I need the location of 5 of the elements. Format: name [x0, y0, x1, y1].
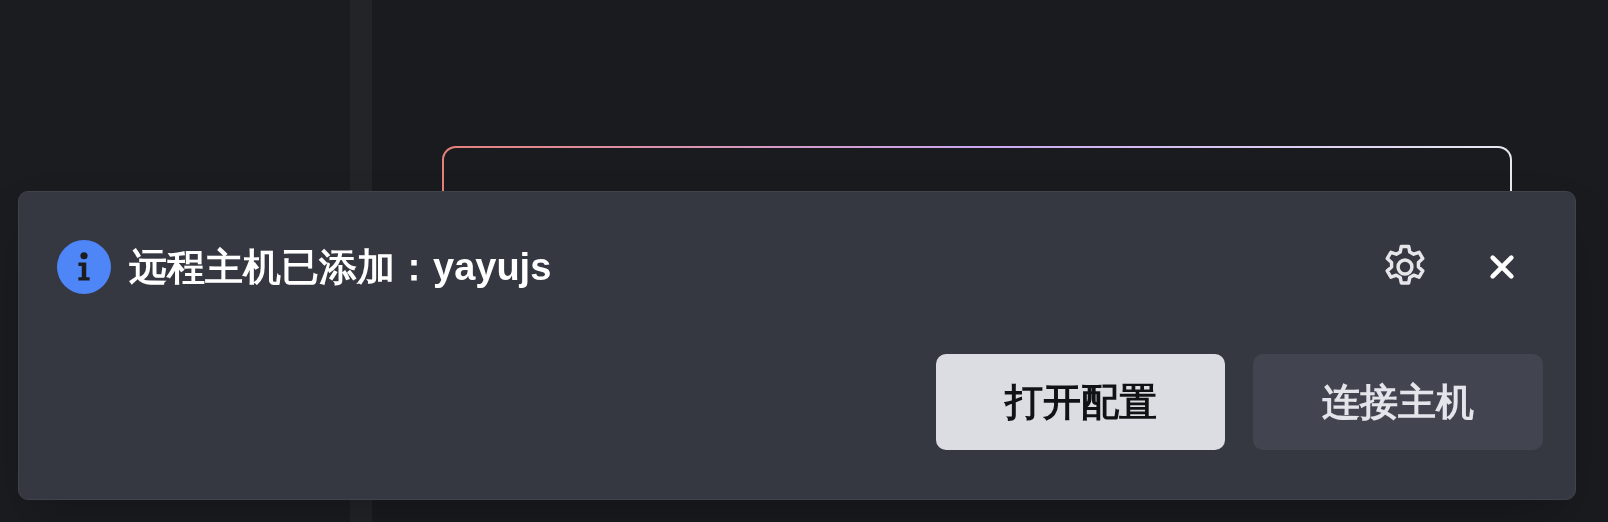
notification-message: 远程主机已添加：yayujs [129, 244, 552, 290]
action-button[interactable]: 连接主机 [1253, 354, 1543, 450]
close-icon [1488, 253, 1516, 281]
action-button[interactable]: 打开配置 [936, 354, 1225, 450]
info-icon [57, 240, 111, 294]
